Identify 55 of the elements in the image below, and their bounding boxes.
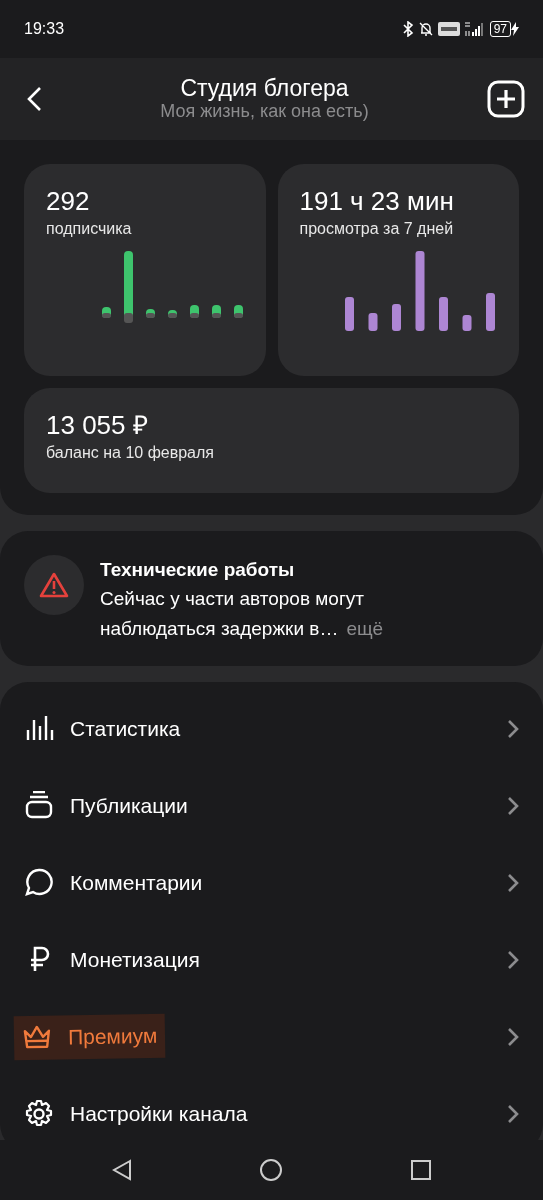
stat-card[interactable]: 191 ч 23 мин просмотра за 7 дней bbox=[277, 164, 519, 376]
add-icon[interactable] bbox=[487, 80, 525, 118]
menu-item[interactable]: Монетизация bbox=[24, 943, 200, 976]
stat-label: просмотра за 7 дней bbox=[299, 219, 455, 240]
stat-value: 191 ч 23 мин bbox=[299, 186, 455, 218]
chart-bar bbox=[462, 315, 472, 332]
chart-bar bbox=[439, 297, 448, 332]
chevron-icon[interactable] bbox=[507, 795, 519, 816]
chart-bar bbox=[167, 310, 177, 319]
menu-item[interactable]: Настройки канала bbox=[24, 1097, 248, 1130]
notice-text: Сейчас у части авторов могут bbox=[100, 587, 366, 612]
recents-nav-icon[interactable] bbox=[411, 1160, 432, 1180]
stack-icon bbox=[24, 790, 54, 821]
bluetooth-icon bbox=[401, 21, 414, 37]
stat-value: 13 055 ₽ bbox=[46, 410, 149, 442]
menu-item[interactable]: Статистика bbox=[24, 712, 181, 745]
menu-item[interactable]: Публикации bbox=[24, 789, 188, 822]
stat-card[interactable]: 13 055 ₽ баланс на 10 февраля bbox=[24, 388, 519, 493]
chevron-icon[interactable] bbox=[507, 949, 519, 970]
stat-label: подписчика bbox=[46, 219, 133, 240]
chevron-icon[interactable] bbox=[507, 718, 519, 739]
charging-icon bbox=[511, 22, 519, 36]
chart-bar bbox=[211, 305, 221, 319]
chevron-icon[interactable] bbox=[507, 872, 519, 893]
stat-label: баланс на 10 февраля bbox=[46, 443, 215, 464]
settings-icon bbox=[24, 1098, 54, 1129]
signal-icon bbox=[463, 21, 486, 37]
stat-card[interactable]: 292 подписчика bbox=[24, 164, 266, 376]
notice-title: Технические работы bbox=[100, 558, 296, 582]
stat-value: 292 bbox=[46, 186, 91, 218]
home-nav-icon[interactable] bbox=[259, 1158, 284, 1182]
status-time: 19:33 bbox=[24, 19, 65, 39]
chart-bar bbox=[486, 293, 495, 332]
chart-bar bbox=[368, 313, 378, 332]
menu-item[interactable]: Премиум bbox=[13, 1013, 166, 1060]
more-link[interactable]: ещё bbox=[346, 613, 384, 644]
chart-bar bbox=[233, 305, 243, 319]
channel-subtitle: Моя жизнь, как она есть) bbox=[160, 101, 369, 123]
back-icon[interactable] bbox=[26, 86, 42, 112]
chart-bar bbox=[101, 307, 111, 319]
volte-icon bbox=[437, 22, 460, 36]
battery-level: 97 bbox=[489, 21, 511, 37]
screen-title: Студия блогера bbox=[179, 75, 350, 102]
chart-bar bbox=[392, 304, 401, 332]
chevron-icon[interactable] bbox=[507, 1026, 519, 1047]
speech-bubble-icon bbox=[24, 867, 54, 898]
back-nav-icon[interactable] bbox=[111, 1159, 132, 1181]
warning-icon bbox=[39, 572, 69, 598]
chevron-icon[interactable] bbox=[507, 1103, 519, 1124]
chart-bar bbox=[345, 297, 354, 332]
muted-bell-icon bbox=[417, 21, 434, 37]
chart-bar bbox=[189, 305, 199, 319]
chart-bar bbox=[145, 309, 155, 319]
menu-item[interactable]: Комментарии bbox=[24, 866, 203, 899]
notice-text: наблюдаться задержки в… bbox=[100, 616, 339, 641]
